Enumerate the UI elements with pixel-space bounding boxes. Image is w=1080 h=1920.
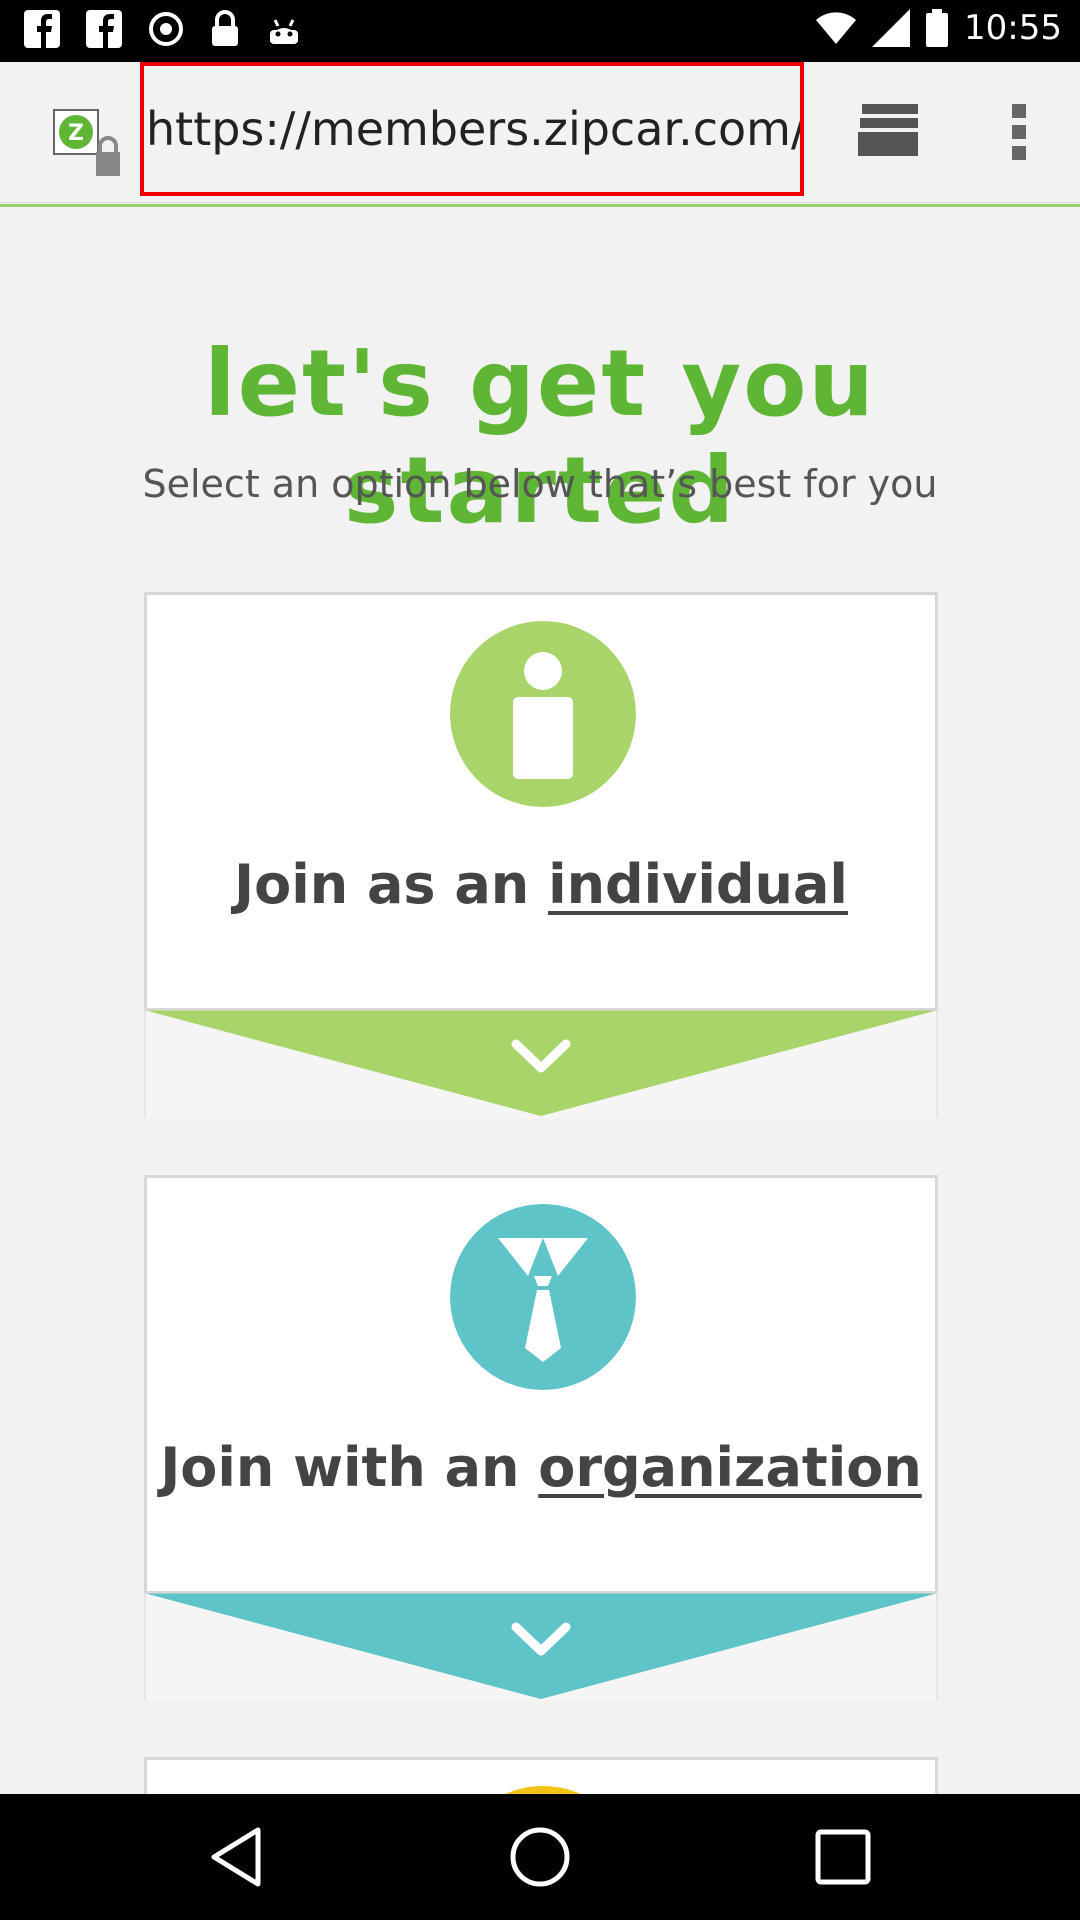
system-status: 10:55 [816,8,1062,48]
tabs-icon[interactable] [858,102,922,158]
lock-icon [212,10,238,46]
url-field[interactable]: https://members.zipcar.com/reg [140,62,804,196]
facebook-icon [24,10,60,48]
overflow-menu-icon[interactable] [1008,102,1030,162]
status-bar: 10:55 [0,0,1080,62]
recent-apps-icon[interactable] [810,1824,876,1890]
page-load-line [0,204,1080,207]
clock: 10:55 [964,8,1062,48]
join-organization-text: Join with an organization [147,1436,935,1499]
browser-toolbar: Z https://members.zipcar.com/reg [0,62,1080,203]
url-text: https://members.zipcar.com/reg [146,102,800,156]
home-icon[interactable] [507,1824,573,1890]
signal-icon [872,9,911,47]
android-icon [270,19,298,44]
page-subtitle: Select an option below that’s best for y… [142,462,938,506]
third-option-icon [505,1786,581,1794]
page-title: let's get you started [204,330,876,544]
third-option-card[interactable] [144,1757,938,1794]
necktie-icon [450,1204,636,1390]
person-icon [450,621,636,807]
sync-icon [149,12,183,46]
individual-link[interactable]: individual [548,853,848,916]
join-organization-prefix: Join with an [160,1436,539,1499]
organization-link[interactable]: organization [538,1436,922,1499]
secure-site-icon: Z [53,109,120,176]
facebook-icon [86,10,122,48]
join-individual-text: Join as an individual [147,853,935,916]
notification-icons [24,10,302,48]
join-individual-prefix: Join as an [234,853,549,916]
navigation-bar [0,1794,1080,1920]
join-individual-card[interactable]: Join as an individual [144,592,938,1010]
wifi-icon [816,12,857,44]
join-individual-expander[interactable] [144,1008,938,1118]
back-icon[interactable] [204,1824,270,1890]
battery-icon [926,9,949,47]
join-organization-expander[interactable] [144,1591,938,1701]
organization-expand-banner [144,1591,938,1699]
join-organization-card[interactable]: Join with an organization [144,1175,938,1593]
site-icon-letter: Z [68,121,84,146]
individual-expand-banner [144,1008,938,1116]
